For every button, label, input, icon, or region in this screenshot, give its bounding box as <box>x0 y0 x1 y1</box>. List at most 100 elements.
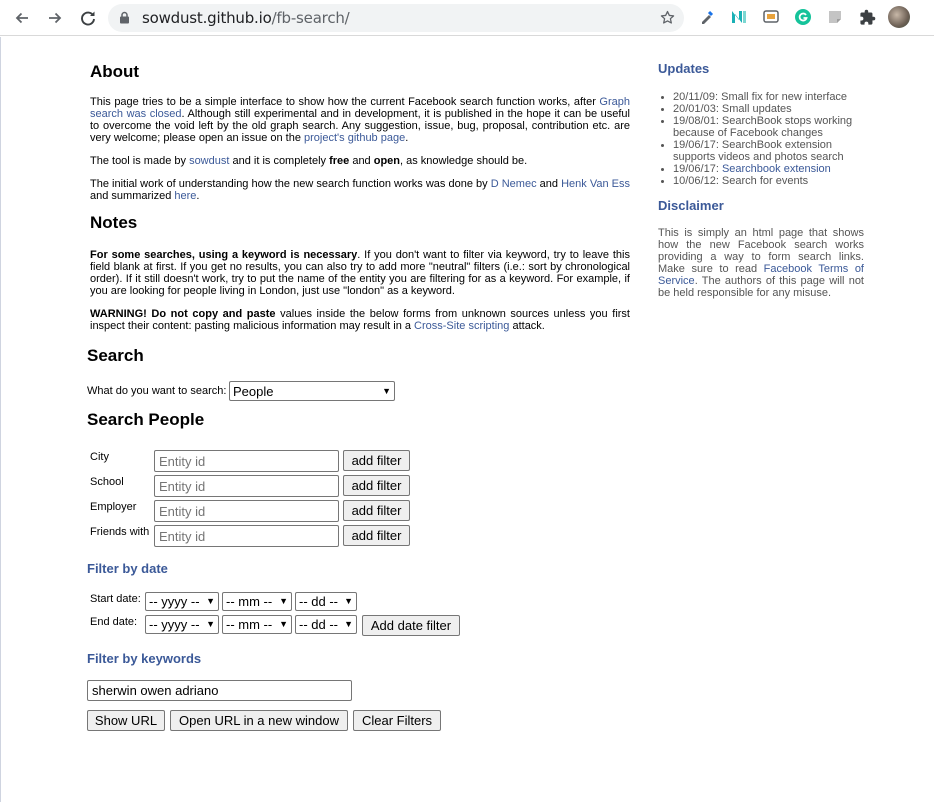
city-add-filter-button[interactable]: add filter <box>343 450 410 471</box>
end-day-select[interactable]: -- dd -- ▼ <box>295 615 357 634</box>
keyword-necessary-bold: For some searches, using a keyword is ne… <box>90 249 358 261</box>
end-month-select[interactable]: -- mm -- ▼ <box>222 615 292 634</box>
end-year-value: -- yyyy -- <box>149 617 200 632</box>
grammarly-icon[interactable] <box>792 6 814 28</box>
chevron-down-icon: ▼ <box>206 619 215 629</box>
about-p3-text-d: . <box>196 190 200 202</box>
chevron-down-icon: ▼ <box>279 619 288 629</box>
cross-site-scripting-link[interactable]: Cross-Site scripting <box>414 320 509 332</box>
chevron-down-icon: ▼ <box>206 596 215 606</box>
end-day-value: -- dd -- <box>299 617 338 632</box>
city-entity-input[interactable] <box>154 450 339 472</box>
update-item: 19/08/01: SearchBook stops working becau… <box>673 115 865 139</box>
open-url-new-window-button[interactable]: Open URL in a new window <box>170 710 348 731</box>
cast-extension-icon[interactable] <box>760 6 782 28</box>
about-p2-text-a: The tool is made by <box>90 155 190 167</box>
update-item: 10/06/12: Search for events <box>673 175 865 187</box>
henk-van-ess-link[interactable]: Henk Van Ess <box>561 178 630 190</box>
browser-toolbar: sowdust.github.io/fb-search/ <box>0 0 934 36</box>
notes-paragraph-1: For some searches, using a keyword is ne… <box>90 249 630 297</box>
url-text: sowdust.github.io/fb-search/ <box>142 9 350 27</box>
notes-p2-text-b: attack. <box>509 320 545 332</box>
update-text: 19/06/17: <box>673 163 722 175</box>
school-add-filter-button[interactable]: add filter <box>343 475 410 496</box>
add-date-filter-button[interactable]: Add date filter <box>362 615 460 636</box>
filter-by-date-heading: Filter by date <box>87 561 168 576</box>
updates-list: 20/11/09: Small fix for new interface 20… <box>658 91 865 187</box>
update-text: 19/06/17: SearchBook extension supports … <box>673 139 844 163</box>
employer-label: Employer <box>90 501 137 513</box>
update-item: 19/06/17: SearchBook extension supports … <box>673 139 865 163</box>
disclaimer-heading: Disclaimer <box>658 198 724 213</box>
update-text: 10/06/12: Search for events <box>673 175 809 187</box>
search-type-select[interactable]: People ▼ <box>229 381 395 401</box>
update-item: 20/11/09: Small fix for new interface <box>673 91 865 103</box>
school-entity-input[interactable] <box>154 475 339 497</box>
url-host: sowdust.github.io <box>142 9 272 27</box>
city-label: City <box>90 451 109 463</box>
d-nemec-link[interactable]: D Nemec <box>491 178 537 190</box>
free-bold: free <box>329 155 350 167</box>
start-month-value: -- mm -- <box>226 594 273 609</box>
search-heading: Search <box>87 346 144 365</box>
update-item: 19/06/17: Searchbook extension <box>673 163 865 175</box>
puzzle-extensions-icon[interactable] <box>856 6 878 28</box>
search-type-label: What do you want to search: <box>87 385 227 397</box>
show-url-button[interactable]: Show URL <box>87 710 165 731</box>
about-paragraph-2: The tool is made by sowdust and it is co… <box>90 155 630 167</box>
url-path: /fb-search/ <box>271 9 350 27</box>
updates-heading: Updates <box>658 61 710 76</box>
end-year-select[interactable]: -- yyyy -- ▼ <box>145 615 219 634</box>
employer-entity-input[interactable] <box>154 500 339 522</box>
lock-icon[interactable] <box>119 11 130 29</box>
friends-with-label: Friends with <box>90 526 150 538</box>
about-p1-text-c: . <box>405 132 409 144</box>
filter-by-keywords-heading: Filter by keywords <box>87 651 202 666</box>
reload-icon[interactable] <box>76 6 100 30</box>
about-p3-text-a: The initial work of understanding how th… <box>90 178 491 190</box>
about-p3-text-c: and summarized <box>90 190 175 202</box>
clear-filters-button[interactable]: Clear Filters <box>353 710 441 731</box>
start-date-label: Start date: <box>90 593 141 605</box>
employer-add-filter-button[interactable]: add filter <box>343 500 410 521</box>
page-left-border <box>0 37 1 802</box>
back-arrow-icon[interactable] <box>10 6 34 30</box>
bookmark-star-icon[interactable] <box>659 9 676 31</box>
start-year-select[interactable]: -- yyyy -- ▼ <box>145 592 219 611</box>
about-p2-text-d: , as knowledge should be. <box>400 155 528 167</box>
update-text: 20/01/03: Small updates <box>673 103 792 115</box>
notes-extension-icon[interactable] <box>824 6 846 28</box>
searchbook-extension-link[interactable]: Searchbook extension <box>722 163 831 175</box>
friends-with-entity-input[interactable] <box>154 525 339 547</box>
end-month-value: -- mm -- <box>226 617 273 632</box>
profile-avatar[interactable] <box>888 6 910 28</box>
chevron-down-icon: ▼ <box>344 596 353 606</box>
search-type-selected: People <box>233 383 274 399</box>
about-heading: About <box>90 62 140 81</box>
sowdust-link[interactable]: sowdust <box>189 155 229 167</box>
here-link[interactable]: here <box>174 190 196 202</box>
about-p3-text-b: and <box>536 178 562 190</box>
chevron-down-icon: ▼ <box>344 619 353 629</box>
eyedropper-extension-icon[interactable] <box>696 6 718 28</box>
start-month-select[interactable]: -- mm -- ▼ <box>222 592 292 611</box>
end-date-label: End date: <box>90 616 138 628</box>
about-p1-text-a: This page tries to be a simple interface… <box>90 96 600 108</box>
start-day-value: -- dd -- <box>299 594 338 609</box>
n-extension-icon[interactable] <box>728 6 750 28</box>
update-text: 19/08/01: SearchBook stops working becau… <box>673 115 853 139</box>
forward-arrow-icon[interactable] <box>43 6 67 30</box>
warning-bold: WARNING! Do not copy and paste <box>90 308 276 320</box>
about-p2-text-c: and <box>349 155 374 167</box>
github-page-link[interactable]: project's github page <box>304 132 405 144</box>
update-text: 20/11/09: Small fix for new interface <box>673 91 848 103</box>
friends-with-add-filter-button[interactable]: add filter <box>343 525 410 546</box>
address-bar[interactable]: sowdust.github.io/fb-search/ <box>108 4 684 32</box>
about-paragraph-1: This page tries to be a simple interface… <box>90 96 630 144</box>
chevron-down-icon: ▼ <box>279 596 288 606</box>
keywords-input[interactable] <box>87 680 352 701</box>
notes-heading: Notes <box>90 213 138 232</box>
school-label: School <box>90 476 124 488</box>
start-day-select[interactable]: -- dd -- ▼ <box>295 592 357 611</box>
about-paragraph-3: The initial work of understanding how th… <box>90 178 630 202</box>
